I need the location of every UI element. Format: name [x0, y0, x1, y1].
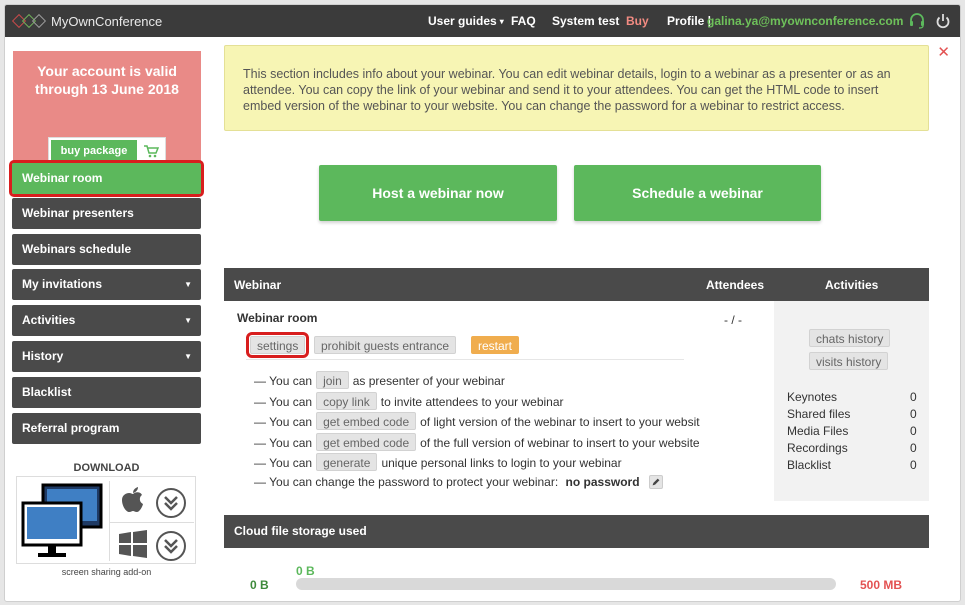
logo-text: MyOwnConference — [51, 13, 163, 29]
storage-max-label: 500 MB — [860, 578, 903, 592]
divider — [109, 481, 110, 561]
info-banner: This section includes info about your we… — [224, 45, 929, 131]
edit-pencil-icon[interactable] — [648, 475, 663, 489]
stat-shared-files-label: Shared files — [787, 407, 851, 421]
sidebar-item-webinar-room[interactable]: Webinar room — [9, 160, 204, 197]
buy-package-widget: buy package — [48, 137, 166, 165]
generate-button[interactable]: generate — [316, 453, 378, 471]
chevron-down-icon: ▼ — [184, 352, 192, 361]
stat-media-files-value: 0 — [910, 424, 917, 438]
stat-shared-files-value: 0 — [910, 407, 917, 421]
embed-light-line: — You can get embed code of light version … — [254, 412, 700, 430]
chats-history-button[interactable]: chats history — [809, 329, 891, 347]
schedule-webinar-button[interactable]: Schedule a webinar — [574, 165, 821, 221]
header-activities: Activities — [825, 278, 879, 292]
host-webinar-button[interactable]: Host a webinar now — [319, 165, 557, 221]
attendees-value: - / - — [724, 313, 742, 327]
nav-system-test[interactable]: System test — [552, 14, 619, 28]
sidebar-item-history[interactable]: History ▼ — [12, 341, 201, 372]
power-icon[interactable] — [934, 12, 952, 30]
stat-blacklist-value: 0 — [910, 458, 917, 472]
windows-icon — [119, 530, 147, 558]
screen-sharing-icon — [21, 483, 103, 557]
settings-button[interactable]: settings — [245, 332, 310, 358]
get-embed-code-full-button[interactable]: get embed code — [316, 433, 417, 451]
top-bar: MyOwnConference User guides ▾ FAQ System … — [5, 5, 960, 37]
buy-package-button[interactable]: buy package — [51, 140, 137, 162]
password-value: no password — [565, 475, 640, 489]
sidebar-item-referral-program[interactable]: Referral program — [12, 413, 201, 444]
storage-header: Cloud file storage used — [224, 515, 929, 548]
join-button[interactable]: join — [316, 371, 349, 389]
nav-user-guides[interactable]: User guides ▾ — [428, 14, 504, 28]
sidebar-item-activities[interactable]: Activities ▼ — [12, 305, 201, 336]
copy-link-line: — You can copy link to invite attendees to… — [254, 392, 564, 410]
prohibit-guests-button[interactable]: prohibit guests entrance — [314, 336, 457, 354]
webinar-room-title: Webinar room — [237, 311, 318, 325]
app-window: MyOwnConference User guides ▾ FAQ System … — [4, 4, 961, 602]
get-embed-code-light-button[interactable]: get embed code — [316, 412, 417, 430]
stat-keynotes-value: 0 — [910, 390, 917, 404]
restart-button[interactable]: restart — [471, 336, 520, 354]
stat-blacklist-label: Blacklist — [787, 458, 832, 472]
header-webinar: Webinar — [234, 278, 282, 292]
sidebar-item-my-invitations[interactable]: My invitations ▼ — [12, 269, 201, 300]
activities-column: chats history visits history Keynotes 0 … — [774, 301, 929, 501]
stat-media-files-label: Media Files — [787, 424, 849, 438]
account-validity-text: Your account is valid through 13 June 20… — [35, 63, 179, 97]
download-caption: screen sharing add-on — [61, 567, 152, 577]
join-line: — You can join as presenter of your webina… — [254, 371, 505, 389]
storage-progress-bar — [296, 578, 836, 590]
sidebar-item-webinars-schedule[interactable]: Webinars schedule — [12, 234, 201, 265]
cart-icon[interactable] — [143, 144, 159, 158]
visits-history-button[interactable]: visits history — [809, 352, 889, 370]
stat-keynotes-label: Keynotes — [787, 390, 838, 404]
nav-buy[interactable]: Buy — [626, 14, 649, 28]
divider — [246, 359, 684, 360]
sidebar-item-webinar-presenters[interactable]: Webinar presenters — [12, 198, 201, 229]
close-icon[interactable]: ✕ — [937, 43, 950, 61]
apple-icon — [122, 487, 143, 512]
nav-profile[interactable]: Profile | — [667, 14, 711, 28]
storage-used-label: 0 B — [296, 564, 315, 578]
chevron-down-icon: ▼ — [184, 316, 192, 325]
logo[interactable]: MyOwnConference — [11, 13, 163, 29]
download-box — [16, 476, 196, 564]
copy-link-button[interactable]: copy link — [316, 392, 377, 410]
password-line: — You can change the password to protect… — [254, 475, 663, 489]
header-attendees: Attendees — [706, 278, 765, 292]
chevron-down-icon: ▼ — [184, 280, 192, 289]
divider — [109, 522, 194, 523]
generate-line: — You can generate unique personal links t… — [254, 453, 622, 471]
webinar-table-header: Webinar Attendees Activities — [224, 268, 929, 301]
nav-faq[interactable]: FAQ — [511, 14, 536, 28]
storage-min-label: 0 B — [250, 578, 269, 592]
headset-icon[interactable] — [908, 12, 926, 30]
stat-recordings-value: 0 — [910, 441, 917, 455]
embed-full-line: — You can get embed code of the full versi… — [254, 433, 700, 451]
sidebar-item-blacklist[interactable]: Blacklist — [12, 377, 201, 408]
logo-icon — [11, 13, 47, 29]
download-mac-icon[interactable] — [155, 487, 187, 519]
download-windows-icon[interactable] — [155, 530, 187, 562]
download-title: DOWNLOAD — [73, 462, 140, 474]
stat-recordings-label: Recordings — [787, 441, 848, 455]
chevron-down-icon: ▾ — [499, 17, 504, 26]
nav-email[interactable]: galina.ya@myownconference.com — [707, 14, 903, 28]
webinar-row: Webinar room settings prohibit guests en… — [224, 301, 929, 501]
